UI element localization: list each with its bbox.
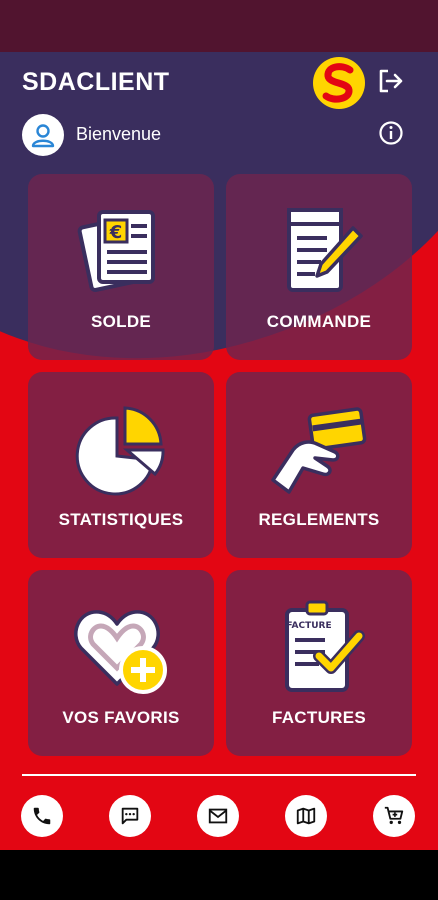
tile-factures[interactable]: FACTURE FACTURES: [226, 570, 412, 756]
tile-factures-label: FACTURES: [271, 708, 366, 727]
map-icon: [296, 807, 316, 825]
order-notepad-icon: [287, 208, 363, 292]
logout-icon[interactable]: [375, 66, 405, 96]
tile-commande-label: COMMANDE: [266, 312, 372, 331]
tile-reglements[interactable]: REGLEMENTS: [226, 372, 412, 558]
tile-vos-favoris-label: VOS FAVORIS: [62, 708, 180, 727]
tile-statistiques-label: STATISTIQUES: [58, 510, 184, 529]
phone-icon: [33, 807, 51, 825]
user-avatar-icon: [31, 124, 55, 148]
footer-divider: [22, 774, 416, 776]
tile-statistiques[interactable]: STATISTIQUES: [28, 372, 214, 558]
card-payment-icon: [271, 407, 367, 494]
svg-text:€: €: [109, 222, 123, 243]
tile-solde-label: SOLDE: [90, 312, 152, 331]
chat-button[interactable]: [109, 795, 151, 837]
app-screen: SDACLIENT Bienvenue € SOLDE COMMANDE STA…: [0, 0, 438, 850]
chat-icon: [121, 807, 139, 825]
mail-button[interactable]: [197, 795, 239, 837]
app-title: SDACLIENT: [22, 68, 170, 96]
cart-icon: [384, 806, 404, 825]
info-icon[interactable]: [378, 120, 404, 146]
status-bar: [0, 0, 438, 52]
invoice-check-icon: FACTURE: [285, 600, 365, 692]
sda-logo: [313, 57, 365, 109]
invoice-icon-text: FACTURE: [286, 621, 331, 631]
favorite-heart-add-icon: [74, 610, 167, 694]
mail-icon: [208, 808, 228, 824]
tile-solde[interactable]: € SOLDE: [28, 174, 214, 360]
bottom-nav: [0, 790, 438, 840]
phone-button[interactable]: [21, 795, 63, 837]
euro-document-icon: €: [77, 210, 155, 292]
tile-vos-favoris[interactable]: VOS FAVORIS: [28, 570, 214, 756]
user-avatar[interactable]: [22, 114, 64, 156]
welcome-text: Bienvenue: [76, 124, 162, 144]
tile-commande[interactable]: COMMANDE: [226, 174, 412, 360]
cart-button[interactable]: [373, 795, 415, 837]
pie-chart-icon: [75, 406, 165, 496]
tile-reglements-label: REGLEMENTS: [258, 510, 380, 529]
header: SDACLIENT Bienvenue: [0, 52, 438, 162]
map-button[interactable]: [285, 795, 327, 837]
